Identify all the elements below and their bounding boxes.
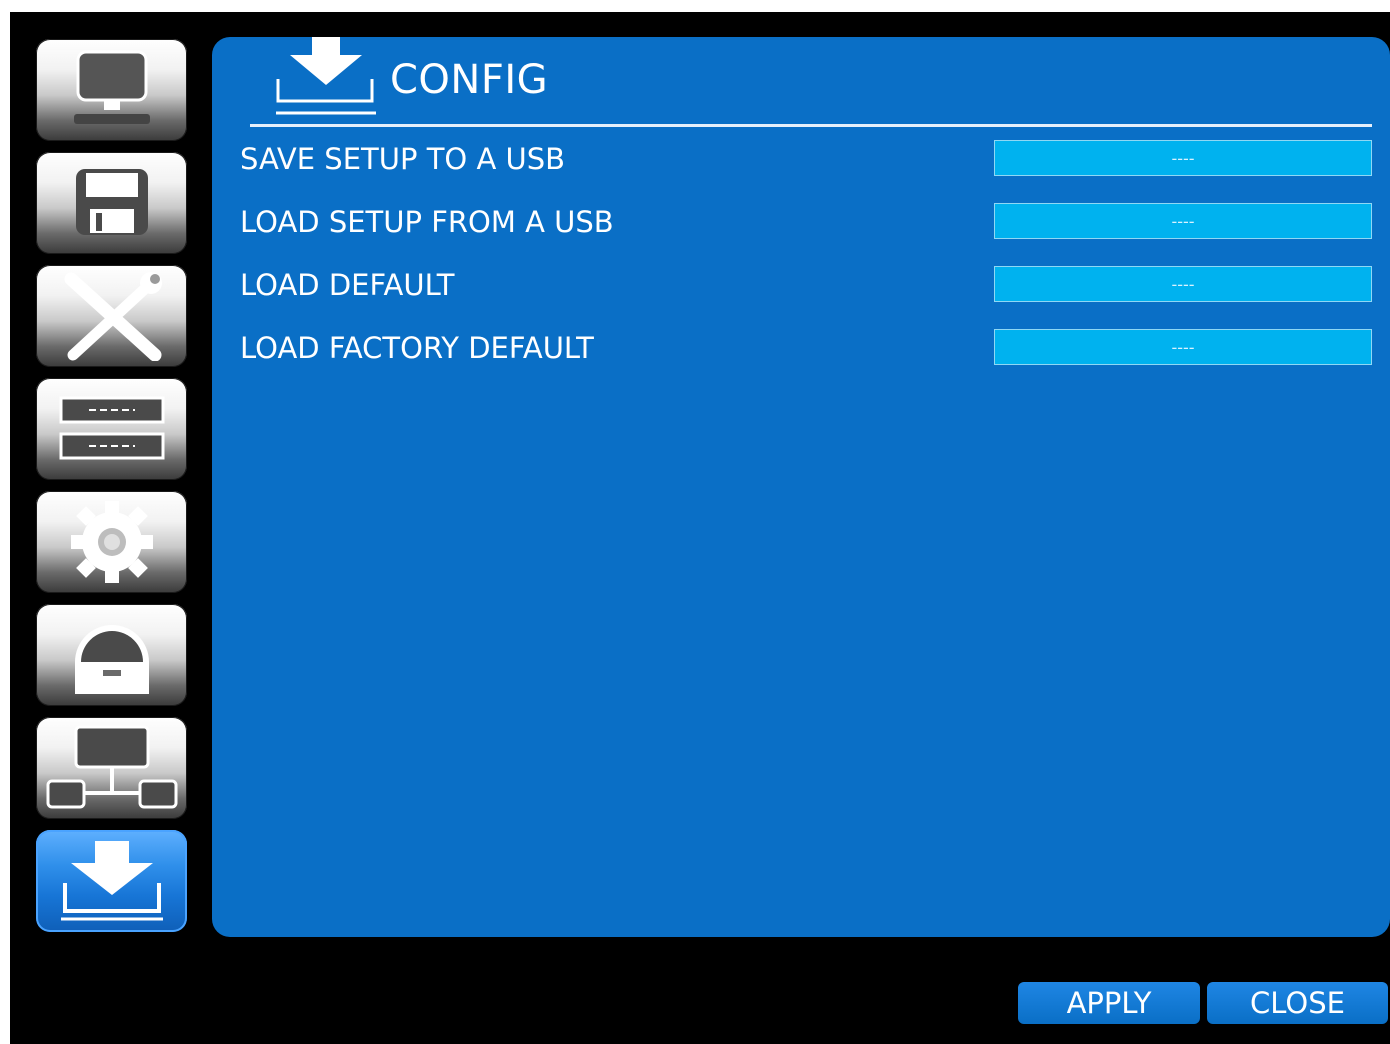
setting-label: LOAD FACTORY DEFAULT xyxy=(240,331,594,365)
load-default-field[interactable]: ---- xyxy=(994,266,1372,302)
load-factory-default-field[interactable]: ---- xyxy=(994,329,1372,365)
page-title: CONFIG xyxy=(390,57,549,103)
sidebar-item-network[interactable] xyxy=(36,717,187,819)
setting-label: LOAD DEFAULT xyxy=(240,268,455,302)
gear-icon xyxy=(69,499,155,585)
config-panel: CONFIG SAVE SETUP TO A USB ---- LOAD SET… xyxy=(212,37,1390,937)
sidebar-item-config[interactable] xyxy=(36,830,187,932)
setting-row-load-default: LOAD DEFAULT ---- xyxy=(240,266,1374,306)
monitor-icon xyxy=(70,50,154,130)
sidebar-item-display[interactable] xyxy=(36,39,187,141)
list-fields-icon xyxy=(59,394,165,464)
setting-label: SAVE SETUP TO A USB xyxy=(240,142,566,176)
load-usb-field[interactable]: ---- xyxy=(994,203,1372,239)
setting-row-load-factory-default: LOAD FACTORY DEFAULT ---- xyxy=(240,329,1374,369)
apply-button[interactable]: APPLY xyxy=(1018,982,1200,1024)
sidebar-item-record[interactable] xyxy=(36,152,187,254)
sidebar-item-camera[interactable] xyxy=(36,604,187,706)
setting-row-load-usb: LOAD SETUP FROM A USB ---- xyxy=(240,203,1374,243)
setting-row-save-usb: SAVE SETUP TO A USB ---- xyxy=(240,140,1374,180)
sidebar-item-events[interactable] xyxy=(36,378,187,480)
tools-icon xyxy=(57,271,167,361)
header-divider xyxy=(250,124,1372,127)
setting-label: LOAD SETUP FROM A USB xyxy=(240,205,614,239)
network-icon xyxy=(46,723,178,813)
download-tray-icon xyxy=(57,839,167,923)
close-button[interactable]: CLOSE xyxy=(1207,982,1388,1024)
sidebar-item-settings[interactable] xyxy=(36,491,187,593)
save-usb-field[interactable]: ---- xyxy=(994,140,1372,176)
dvr-screen: CONFIG SAVE SETUP TO A USB ---- LOAD SET… xyxy=(10,12,1390,1044)
dome-camera-icon xyxy=(67,612,157,698)
download-tray-icon xyxy=(272,37,378,125)
floppy-disk-icon xyxy=(70,167,154,239)
sidebar-item-tools[interactable] xyxy=(36,265,187,367)
